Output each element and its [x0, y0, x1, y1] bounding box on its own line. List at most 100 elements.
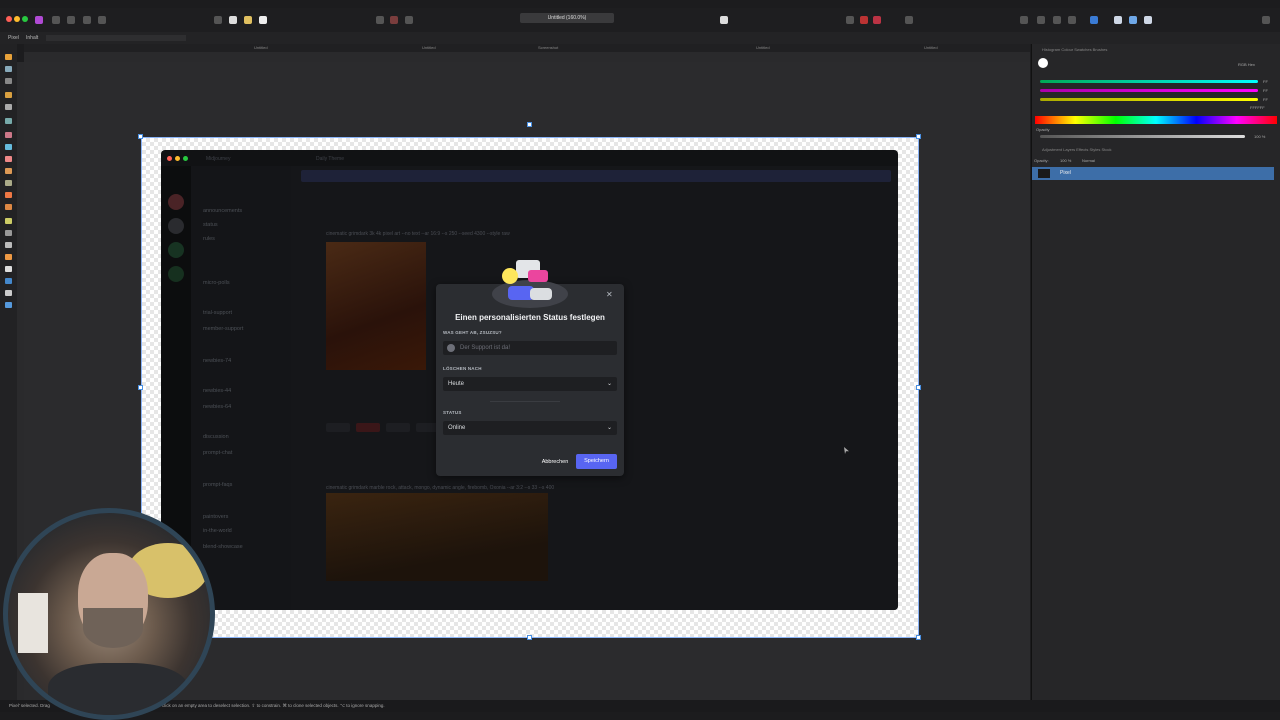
channel-item: trial-support [203, 310, 233, 316]
selection-handle[interactable] [916, 134, 921, 139]
context-label[interactable]: Pixel [8, 35, 19, 41]
healing-tool-icon[interactable] [5, 204, 12, 210]
view-tool-icon[interactable] [5, 66, 12, 72]
assistant-icon[interactable] [905, 16, 913, 24]
channel-value[interactable]: FF [1263, 97, 1268, 102]
hex-value[interactable]: FFFFFF [1250, 105, 1265, 110]
status-select[interactable]: Online ⌄ [443, 421, 617, 435]
selection-brush-icon[interactable] [5, 104, 12, 110]
eraser-tool-icon[interactable] [5, 192, 12, 198]
canvas-tab[interactable]: Untitled [254, 45, 268, 50]
canvas-tab[interactable]: Untitled [422, 45, 436, 50]
refine-icon[interactable] [405, 16, 413, 24]
pen-tool-icon[interactable] [5, 254, 12, 260]
move-tool-icon[interactable] [5, 54, 12, 60]
green-channel-slider[interactable] [1040, 89, 1258, 92]
marquee-tool-icon[interactable] [5, 118, 12, 124]
discord-channel-list: announcements status rules micro-polls t… [191, 166, 291, 610]
persona-icon[interactable] [52, 16, 60, 24]
zoom-tool-icon[interactable] [5, 302, 12, 308]
server-icon [168, 218, 184, 234]
fill-tool-icon[interactable] [5, 144, 12, 150]
red-channel-slider[interactable] [1040, 80, 1258, 83]
layer-panel-tabs[interactable]: Adjustment Layers Effects Styles Stock [1042, 147, 1112, 152]
snapping-icon[interactable] [860, 16, 868, 24]
contrast-icon[interactable] [229, 16, 237, 24]
color-panel-tabs[interactable]: Histogram Colour Swatches Brushes [1042, 47, 1107, 52]
selection-handle[interactable] [527, 635, 532, 640]
zoom-window-button[interactable] [22, 16, 28, 22]
persona-icon[interactable] [67, 16, 75, 24]
blur-tool-icon[interactable] [5, 242, 12, 248]
document-tab[interactable]: Untitled (160.0%) [520, 13, 614, 23]
selection-handle[interactable] [138, 134, 143, 139]
clear-after-select[interactable]: Heute ⌄ [443, 377, 617, 391]
more-icon[interactable] [1262, 16, 1270, 24]
transform-icon[interactable] [1068, 16, 1076, 24]
brush-tool-icon[interactable] [5, 156, 12, 162]
channel-value[interactable]: FF [1263, 79, 1268, 84]
selection-handle[interactable] [916, 635, 921, 640]
selection-icon[interactable] [376, 16, 384, 24]
blue-channel-slider[interactable] [1040, 98, 1258, 101]
opacity-slider[interactable] [1040, 135, 1245, 138]
crop-tool-icon[interactable] [5, 92, 12, 98]
close-window-button[interactable] [6, 16, 12, 22]
transform-icon[interactable] [1020, 16, 1028, 24]
status-text-input[interactable]: Der Support ist da! [443, 341, 617, 355]
context-label[interactable]: Inhalt [26, 35, 38, 41]
flood-select-icon[interactable] [5, 132, 12, 138]
save-button[interactable]: Speichern [576, 454, 617, 469]
red-eye-tool-icon[interactable] [5, 218, 12, 224]
node-tool-icon[interactable] [5, 266, 12, 272]
emoji-icon[interactable] [447, 344, 455, 352]
person-body [48, 663, 188, 715]
channel-value[interactable]: FF [1263, 88, 1268, 93]
discord-banner [301, 170, 891, 182]
webcam-overlay [3, 508, 215, 720]
layer-row[interactable]: Pixel [1032, 167, 1274, 180]
white-balance-icon[interactable] [259, 16, 267, 24]
status-text: Pixel' selected. Drag [9, 703, 50, 708]
affinity-photo-icon[interactable] [35, 16, 43, 24]
view-mode-icon[interactable] [720, 16, 728, 24]
fill-color-swatch[interactable] [1038, 58, 1048, 68]
close-icon[interactable]: ✕ [606, 290, 613, 299]
persona-icon[interactable] [83, 16, 91, 24]
share-icon[interactable] [98, 16, 106, 24]
transform-icon[interactable] [1037, 16, 1045, 24]
selection-handle[interactable] [138, 385, 143, 390]
smudge-tool-icon[interactable] [5, 230, 12, 236]
channel-item: rules [203, 236, 215, 242]
dodge-tool-icon[interactable] [5, 180, 12, 186]
transform-icon[interactable] [1053, 16, 1061, 24]
shape-tool-icon[interactable] [5, 278, 12, 284]
minimize-window-button[interactable] [14, 16, 20, 22]
canvas-tab[interactable]: Screenshot [538, 45, 558, 50]
rotate-handle[interactable] [527, 122, 532, 127]
opacity-value[interactable]: 100 % [1254, 134, 1265, 139]
canvas-tab[interactable]: Untitled [756, 45, 770, 50]
color-mode[interactable]: RGB Hex [1238, 62, 1255, 67]
brightness-icon[interactable] [214, 16, 222, 24]
align-icon[interactable] [1090, 16, 1098, 24]
color-wheel-icon[interactable] [244, 16, 252, 24]
context-tools[interactable] [46, 35, 186, 41]
selection-handle[interactable] [916, 385, 921, 390]
magnet-icon[interactable] [873, 16, 881, 24]
discord-minimize-dot [175, 156, 180, 161]
text-tool-icon[interactable] [5, 290, 12, 296]
arrange-icon[interactable] [846, 16, 854, 24]
chat-message: cinematic grimdark 3k 4k pixel art --no … [326, 231, 510, 237]
studio-icon[interactable] [1129, 16, 1137, 24]
color-picker-icon[interactable] [5, 78, 12, 84]
cancel-button[interactable]: Abbrechen [536, 455, 574, 469]
canvas-tab[interactable]: Untitled [924, 45, 938, 50]
mask-icon[interactable] [390, 16, 398, 24]
blend-mode-select[interactable]: Normal [1082, 158, 1095, 163]
color-spectrum[interactable] [1035, 116, 1277, 124]
clone-tool-icon[interactable] [5, 168, 12, 174]
search-icon[interactable] [1114, 16, 1122, 24]
preferences-icon[interactable] [1144, 16, 1152, 24]
layer-opacity-value[interactable]: 100 % [1060, 158, 1071, 163]
